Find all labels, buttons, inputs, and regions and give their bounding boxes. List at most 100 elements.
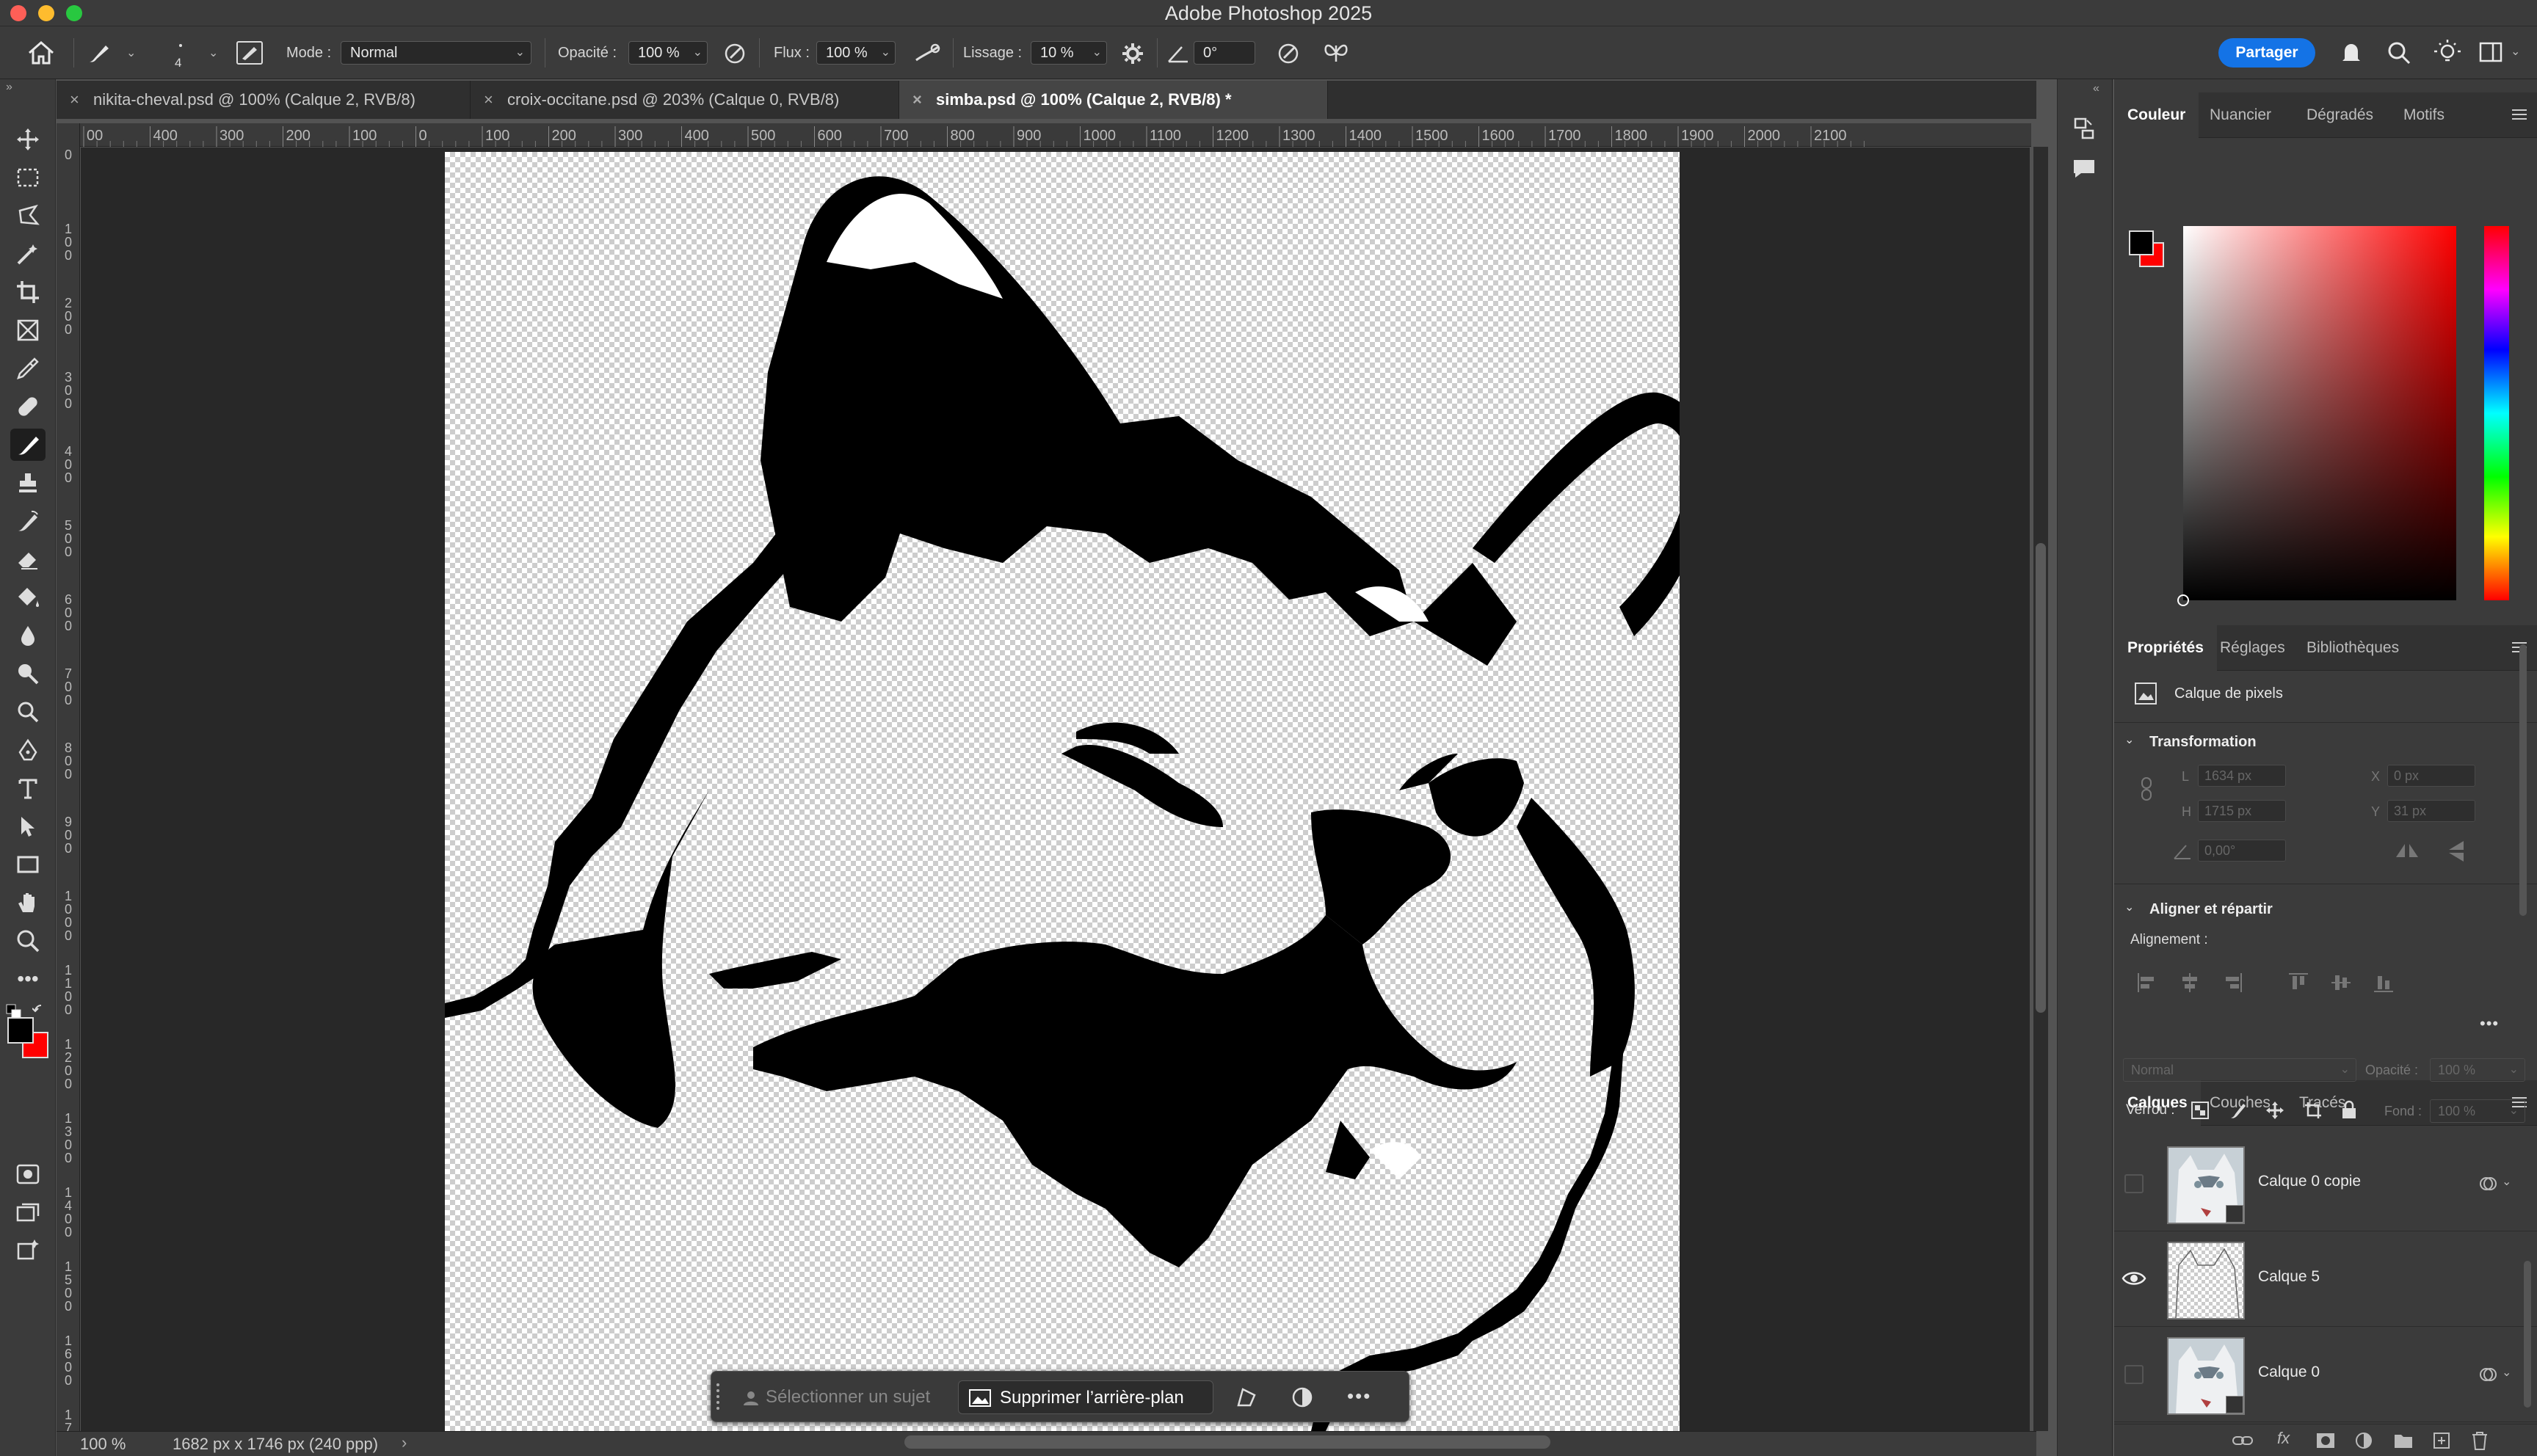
type-tool-icon[interactable] xyxy=(10,772,46,804)
zoom-lens-tool-icon[interactable] xyxy=(10,696,46,728)
tab-degrades[interactable]: Dégradés xyxy=(2293,92,2387,138)
fill-field[interactable]: 100 % ⌄ xyxy=(2430,1099,2525,1123)
layers-scrollbar[interactable] xyxy=(2524,1261,2531,1408)
new-group-folder-icon[interactable] xyxy=(2393,1432,2414,1449)
smoothing-field[interactable]: 10 % ⌄ xyxy=(1031,41,1107,65)
transformation-chevron-icon[interactable]: ⌄ xyxy=(2124,732,2134,747)
tab-simba[interactable]: × simba.psd @ 100% (Calque 2, RVB/8) * xyxy=(899,81,1328,119)
expand-panels-icon[interactable]: « xyxy=(2093,82,2099,95)
layer-effects-icon[interactable] xyxy=(2478,1174,2497,1193)
panel-menu-icon[interactable] xyxy=(2511,107,2528,122)
lock-position-icon[interactable] xyxy=(2265,1101,2284,1120)
crop-tool-icon[interactable] xyxy=(10,276,46,308)
transform-icon[interactable] xyxy=(1235,1386,1257,1408)
document-canvas[interactable] xyxy=(445,152,1680,1431)
workspace-chevron-icon[interactable]: ⌄ xyxy=(2511,44,2520,59)
brush-preset-chevron-icon[interactable]: ⌄ xyxy=(126,46,136,60)
smoothing-settings-gear-icon[interactable] xyxy=(1120,41,1145,66)
search-icon[interactable] xyxy=(2386,40,2412,66)
more-options-icon[interactable]: ••• xyxy=(1347,1385,1371,1408)
healing-brush-tool-icon[interactable] xyxy=(10,390,46,423)
flip-horizontal-icon[interactable] xyxy=(2395,842,2420,860)
tab-proprietes[interactable]: Propriétés xyxy=(2114,625,2217,671)
angle-field[interactable]: 0,00° xyxy=(2198,840,2286,862)
layer-row-calque-5[interactable]: Calque 5 xyxy=(2114,1231,2537,1327)
frame-tool-icon[interactable] xyxy=(10,314,46,346)
workspace-layout-icon[interactable] xyxy=(2478,41,2503,63)
layer-style-fx-icon[interactable]: fx xyxy=(2277,1429,2290,1448)
brush-tool-icon[interactable] xyxy=(10,429,46,461)
more-properties-icon[interactable]: ••• xyxy=(2480,1014,2499,1033)
generative-fill-icon[interactable] xyxy=(10,1234,46,1267)
move-tool-icon[interactable] xyxy=(10,123,46,156)
horizontal-ruler[interactable]: 00 400 300 200 100 0 100 200 300 400 500 600 700 800 9… xyxy=(68,123,2031,147)
eraser-tool-icon[interactable] xyxy=(10,543,46,575)
quick-mask-icon[interactable] xyxy=(10,1158,46,1190)
brush-settings-panel-icon[interactable] xyxy=(236,41,263,65)
notifications-bell-icon[interactable] xyxy=(2339,40,2364,66)
transformation-title[interactable]: Transformation xyxy=(2149,734,2257,751)
layer-effects-icon[interactable] xyxy=(2478,1365,2497,1384)
brush-angle-field[interactable]: 0° xyxy=(1194,41,1255,65)
eye-icon[interactable] xyxy=(2122,1268,2146,1289)
link-proportions-icon[interactable] xyxy=(2139,776,2154,801)
symmetry-butterfly-icon[interactable] xyxy=(1321,40,1351,66)
flow-field[interactable]: 100 % ⌄ xyxy=(816,41,896,65)
flip-vertical-icon[interactable] xyxy=(2447,840,2467,863)
lock-artboard-icon[interactable] xyxy=(2304,1101,2323,1120)
swap-colors-icon[interactable] xyxy=(32,1002,50,1020)
align-vertical-center-icon[interactable] xyxy=(2330,972,2352,994)
history-brush-tool-icon[interactable] xyxy=(10,505,46,537)
marquee-tool-icon[interactable] xyxy=(10,161,46,194)
layer-name[interactable]: Calque 0 copie xyxy=(2258,1173,2361,1190)
vertical-ruler[interactable]: 0 100 200 300 400 500 600 700 800 900 1000 1100 1200… xyxy=(57,123,80,1435)
align-title[interactable]: Aligner et répartir xyxy=(2149,901,2273,918)
rectangle-tool-icon[interactable] xyxy=(10,848,46,881)
new-adjustment-layer-icon[interactable] xyxy=(2355,1432,2373,1449)
align-top-icon[interactable] xyxy=(2287,972,2309,994)
close-tab-icon[interactable]: × xyxy=(912,81,922,119)
layer-expand-chevron-icon[interactable]: ⌄ xyxy=(2502,1174,2511,1189)
tab-reglages[interactable]: Réglages xyxy=(2207,625,2298,671)
brush-size-picker[interactable]: 4 xyxy=(157,38,201,75)
discover-lightbulb-icon[interactable] xyxy=(2433,38,2462,68)
align-left-icon[interactable] xyxy=(2136,972,2158,994)
brush-preset-icon[interactable] xyxy=(85,41,112,66)
visibility-toggle[interactable] xyxy=(2124,1365,2144,1384)
airbrush-icon[interactable] xyxy=(913,41,943,66)
align-chevron-icon[interactable]: ⌄ xyxy=(2124,900,2134,914)
zoom-level[interactable]: 100 % xyxy=(80,1435,126,1454)
tab-nuancier[interactable]: Nuancier xyxy=(2196,92,2284,138)
lock-transparency-icon[interactable] xyxy=(2191,1101,2210,1120)
delete-layer-trash-icon[interactable] xyxy=(2471,1430,2489,1451)
tab-nikita-cheval[interactable]: × nikita-cheval.psd @ 100% (Calque 2, RV… xyxy=(57,81,471,119)
color-field[interactable] xyxy=(2177,226,2456,606)
layer-row-calque-0-copie[interactable]: Calque 0 copie ⌄ xyxy=(2114,1136,2537,1231)
layer-expand-chevron-icon[interactable]: ⌄ xyxy=(2502,1365,2511,1380)
zoom-tool-icon[interactable] xyxy=(10,925,46,957)
comments-panel-icon[interactable] xyxy=(2071,156,2097,182)
blend-mode-select[interactable]: Normal ⌄ xyxy=(2123,1058,2356,1082)
add-mask-icon[interactable] xyxy=(2315,1432,2336,1449)
pen-tool-icon[interactable] xyxy=(10,734,46,766)
lock-all-icon[interactable] xyxy=(2340,1099,2358,1120)
pressure-opacity-icon[interactable] xyxy=(722,41,747,66)
lock-pixels-icon[interactable] xyxy=(2229,1101,2248,1120)
screen-mode-icon[interactable] xyxy=(10,1196,46,1228)
hue-pointer-icon[interactable] xyxy=(2471,226,2481,255)
path-selection-tool-icon[interactable] xyxy=(10,810,46,842)
blur-tool-icon[interactable] xyxy=(10,619,46,652)
adjustment-icon[interactable] xyxy=(1291,1386,1313,1408)
layer-row-calque-0[interactable]: Calque 0 ⌄ xyxy=(2114,1327,2537,1422)
x-field[interactable]: 0 px xyxy=(2387,765,2475,787)
mode-select[interactable]: Normal ⌄ xyxy=(341,41,531,65)
tab-croix-occitane[interactable]: × croix-occitane.psd @ 203% (Calque 0, R… xyxy=(471,81,899,119)
taskbar-drag-handle-icon[interactable] xyxy=(716,1379,723,1414)
paint-bucket-tool-icon[interactable] xyxy=(10,581,46,614)
opacity-field[interactable]: 100 % ⌄ xyxy=(628,41,708,65)
align-right-icon[interactable] xyxy=(2221,972,2243,994)
select-subject-button[interactable]: Sélectionner un sujet xyxy=(736,1380,949,1414)
foreground-color-swatch[interactable] xyxy=(7,1017,34,1044)
eyedropper-tool-icon[interactable] xyxy=(10,352,46,385)
history-panel-icon[interactable] xyxy=(2071,114,2097,141)
